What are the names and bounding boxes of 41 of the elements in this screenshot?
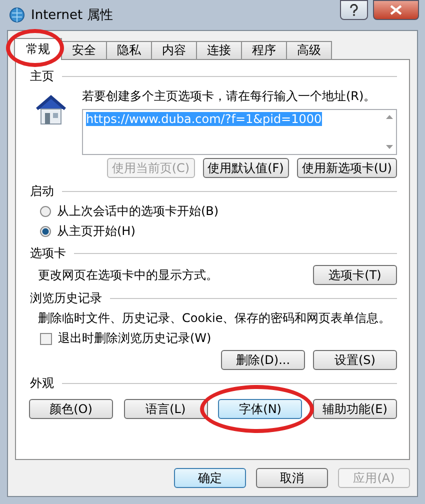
- push-button[interactable]: 颜色(O): [29, 399, 113, 419]
- description-text: 删除临时文件、历史记录、Cookie、保存的密码和网页表单信息。: [38, 311, 391, 325]
- window-title: Internet 属性: [31, 7, 113, 24]
- checkbox-label: 退出时删除浏览历史记录(W): [58, 330, 212, 347]
- up-arrow-icon: [386, 115, 392, 119]
- tabs-button[interactable]: 选项卡(T): [313, 265, 397, 285]
- globe-icon: [9, 7, 25, 23]
- tab[interactable]: 常规: [14, 38, 62, 60]
- tab[interactable]: 高级: [286, 41, 332, 59]
- tab[interactable]: 内容: [151, 41, 197, 59]
- push-button[interactable]: 确定: [174, 468, 246, 488]
- tab[interactable]: 隐私: [106, 41, 152, 59]
- section-heading: 启动: [30, 183, 54, 200]
- down-arrow-icon: [386, 145, 392, 149]
- push-button[interactable]: 删除(D)...: [221, 350, 305, 370]
- description-text: 更改网页在选项卡中的显示方式。: [38, 266, 218, 284]
- house-icon: [34, 94, 68, 126]
- instruction-text: 若要创建多个主页选项卡，请在每行输入一个地址(R)。: [82, 88, 377, 105]
- push-button[interactable]: 语言(L): [124, 399, 208, 419]
- push-button[interactable]: 辅助功能(E): [312, 399, 397, 419]
- push-button[interactable]: 使用新选项卡(U): [296, 158, 397, 178]
- section-heading: 外观: [30, 375, 54, 392]
- push-button[interactable]: 使用默认值(F): [202, 158, 289, 178]
- tab[interactable]: 程序: [241, 41, 287, 59]
- help-icon: [349, 4, 359, 16]
- section-heading: 主页: [30, 68, 54, 85]
- radio-label: 从主页开始(H): [57, 223, 136, 240]
- help-button[interactable]: [340, 0, 368, 20]
- close-icon: [390, 5, 402, 15]
- checkbox[interactable]: [40, 332, 52, 344]
- section-heading: 选项卡: [30, 245, 66, 262]
- radio-label: 从上次会话中的选项卡开始(B): [57, 203, 219, 220]
- radio-button[interactable]: [40, 206, 51, 217]
- push-button[interactable]: 字体(N): [218, 399, 302, 419]
- tab[interactable]: 连接: [196, 41, 242, 59]
- radio-button[interactable]: [40, 226, 51, 237]
- push-button[interactable]: 取消: [256, 468, 328, 488]
- tab[interactable]: 安全: [61, 41, 107, 59]
- push-button[interactable]: 设置(S): [313, 350, 397, 370]
- section-heading: 浏览历史记录: [30, 290, 102, 307]
- close-button[interactable]: [373, 0, 419, 20]
